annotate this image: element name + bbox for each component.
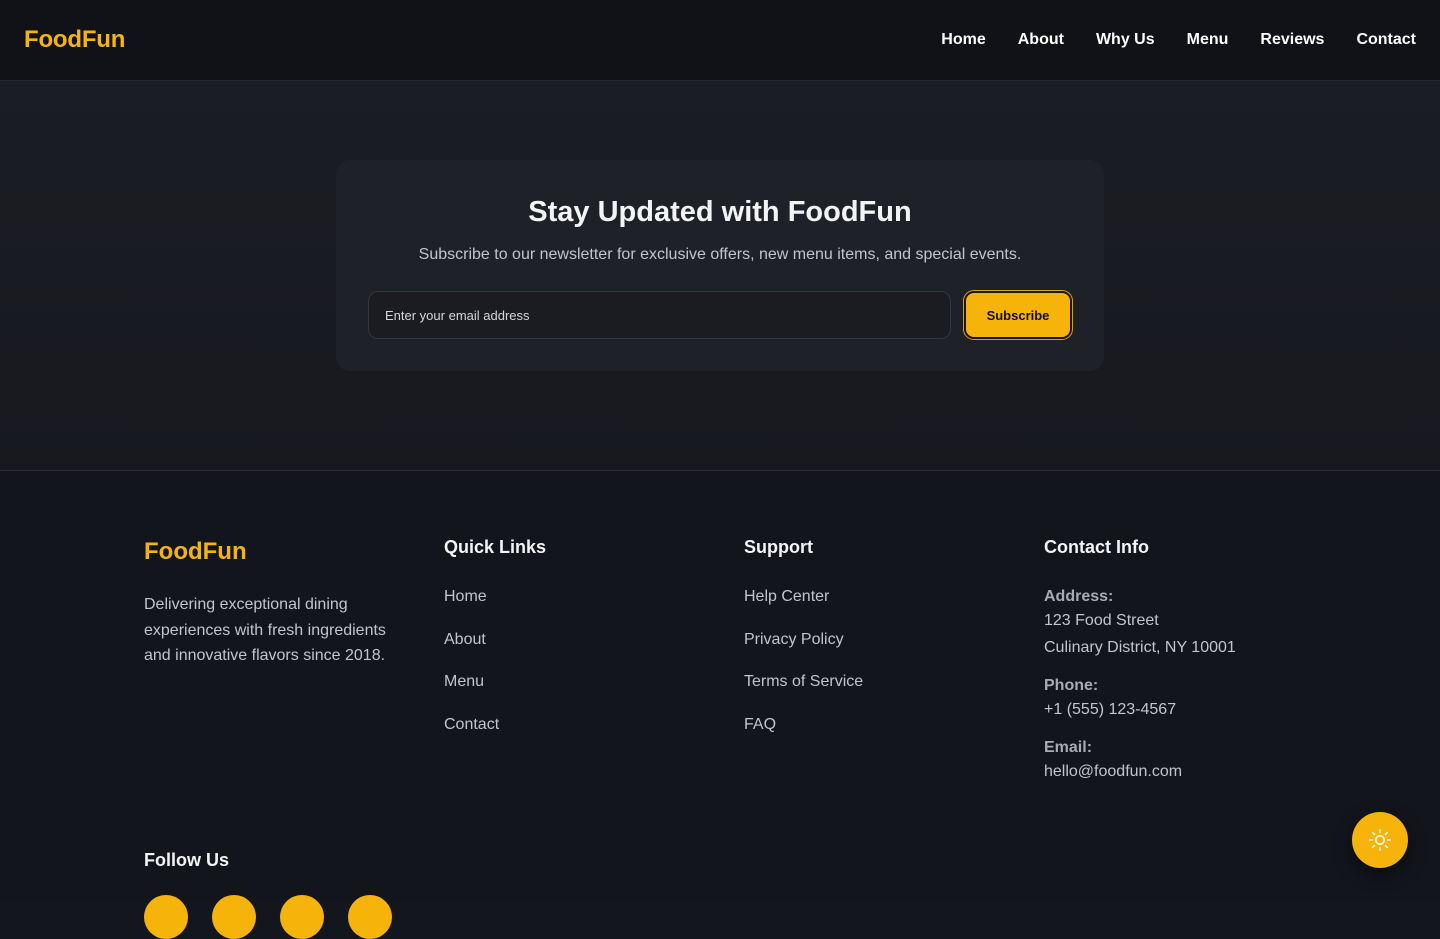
email-value: hello@foodfun.com — [1044, 763, 1183, 780]
phone-value: +1 (555) 123-4567 — [1044, 701, 1177, 718]
nav-contact[interactable]: Contact — [1340, 26, 1416, 54]
email-label: Email: — [1044, 739, 1093, 756]
address-line-2: Culinary District, NY 10001 — [1044, 639, 1236, 656]
follow-us-title: Follow Us — [144, 850, 229, 870]
newsletter-section: Stay Updated with FoodFun Subscribe to o… — [0, 81, 1440, 471]
address-line-1: 123 Food Street — [1044, 612, 1159, 629]
main-nav: Home About Why Us Menu Reviews Contact — [941, 26, 1416, 54]
sun-icon — [1369, 829, 1391, 851]
phone-label: Phone: — [1044, 677, 1099, 694]
support-title: Support — [744, 537, 813, 557]
site-footer: FoodFun Delivering exceptional dining ex… — [0, 472, 1440, 939]
quick-link-home[interactable]: Home — [444, 587, 499, 630]
site-header: FoodFun Home About Why Us Menu Reviews C… — [0, 0, 1440, 81]
footer-description: Delivering exceptional dining experience… — [144, 596, 386, 664]
social-icon[interactable] — [348, 895, 392, 939]
support-link-terms[interactable]: Terms of Service — [744, 672, 863, 715]
nav-about[interactable]: About — [1001, 26, 1080, 54]
subscribe-button[interactable]: Subscribe — [964, 291, 1072, 339]
theme-toggle-button[interactable] — [1352, 812, 1408, 868]
brand-logo[interactable]: FoodFun — [24, 26, 125, 54]
newsletter-title: Stay Updated with FoodFun — [528, 196, 912, 228]
nav-home[interactable]: Home — [941, 26, 1002, 54]
support-link-faq[interactable]: FAQ — [744, 715, 863, 758]
address-label: Address: — [1044, 588, 1114, 605]
support-links-list: Help Center Privacy Policy Terms of Serv… — [744, 587, 863, 757]
social-links — [144, 895, 392, 939]
quick-link-contact[interactable]: Contact — [444, 715, 499, 758]
quick-links-title: Quick Links — [444, 537, 547, 557]
support-link-privacy-policy[interactable]: Privacy Policy — [744, 630, 863, 673]
social-icon[interactable] — [144, 895, 188, 939]
nav-reviews[interactable]: Reviews — [1244, 26, 1341, 54]
newsletter-card: Stay Updated with FoodFun Subscribe to o… — [336, 160, 1104, 371]
footer-brand: FoodFun — [144, 538, 247, 565]
contact-info: Address: 123 Food Street Culinary Distri… — [1044, 587, 1344, 800]
quick-link-menu[interactable]: Menu — [444, 672, 499, 715]
nav-menu[interactable]: Menu — [1170, 26, 1245, 54]
quick-link-about[interactable]: About — [444, 630, 499, 673]
newsletter-subtitle: Subscribe to our newsletter for exclusiv… — [418, 246, 1022, 263]
email-input[interactable] — [368, 291, 951, 339]
social-icon[interactable] — [212, 895, 256, 939]
nav-why-us[interactable]: Why Us — [1079, 26, 1171, 54]
support-link-help-center[interactable]: Help Center — [744, 587, 863, 630]
quick-links-list: Home About Menu Contact — [444, 587, 499, 757]
social-icon[interactable] — [280, 895, 324, 939]
contact-info-title: Contact Info — [1044, 537, 1149, 557]
